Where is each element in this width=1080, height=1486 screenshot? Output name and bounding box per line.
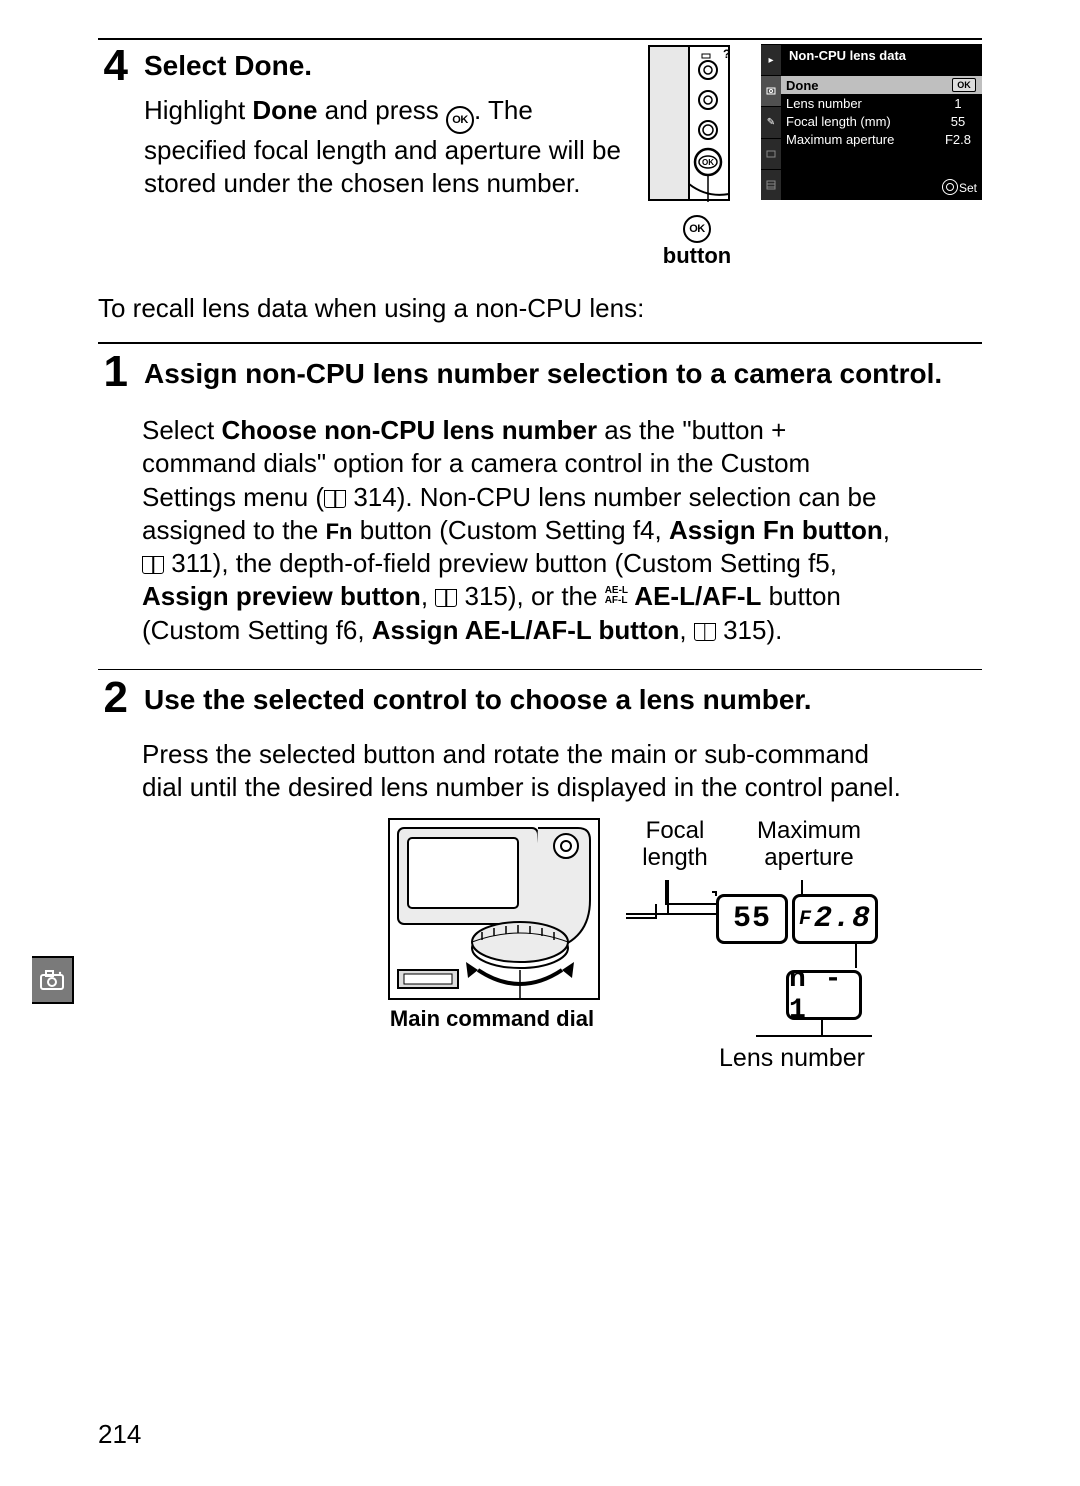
ok-cap-text: button [663, 243, 731, 268]
control-panel-figure: Focal length Maximum aperture [626, 818, 866, 1032]
lcd-row-label: Maximum aperture [786, 132, 940, 147]
ok-icon: OK [683, 215, 711, 243]
focal-length-label: Focal length [620, 818, 730, 871]
step-4-figures: OK ? OK button ▸ [647, 44, 982, 269]
dpad-icon [942, 179, 958, 195]
t: Assign preview button [142, 581, 421, 611]
t: 311), the depth-of-field preview button … [164, 548, 837, 578]
dial-caption: Main command dial [388, 1006, 596, 1032]
step-number: 2 [98, 676, 126, 720]
step-number: 1 [98, 350, 126, 394]
t: 315), or the [457, 581, 604, 611]
step-1-body: Select Choose non-CPU lens number as the… [142, 414, 902, 647]
s4-b-strong: Done [252, 95, 317, 125]
lcd-row: Focal length (mm) 55 [781, 112, 982, 130]
lcd-set-indicator: Set [942, 179, 977, 195]
page-number: 214 [98, 1419, 141, 1450]
maximum-aperture-label: Maximum aperture [744, 818, 874, 871]
fn-label: Fn [326, 519, 353, 544]
s4-b-mid1: and press [317, 95, 446, 125]
camera-lcd-menu: ▸ ✎ Non-CPU lens data Don [761, 44, 982, 200]
ok-icon: OK [446, 106, 474, 134]
manual-page: 4 Select Done. Highlight Done and press … [0, 0, 1080, 1486]
lcd-row: Maximum aperture F2.8 [781, 130, 982, 148]
svg-text:OK: OK [702, 158, 714, 167]
step4-title-strong: Done [234, 50, 304, 81]
lcd-set-text: Set [959, 181, 977, 195]
aperture-value: F2.8 [792, 894, 878, 944]
lcd-side-icon: ▸ [761, 44, 781, 75]
lcd-ok-badge: OK [952, 78, 976, 92]
step-2-title: Use the selected control to choose a len… [144, 682, 982, 717]
camera-back-svg: OK ? [647, 44, 731, 202]
page-ref-icon [324, 490, 346, 508]
recall-intro: To recall lens data when using a non-CPU… [98, 293, 982, 324]
lcd-row-value: F2.8 [940, 132, 976, 147]
main-command-dial-figure: Main command dial [388, 818, 596, 1032]
camera-back-figure: OK ? OK button [647, 44, 747, 269]
step-1: 1 Assign non-CPU lens number selection t… [98, 350, 982, 394]
dial-svg [390, 820, 598, 998]
page-ref-icon [694, 623, 716, 641]
page-ref-icon [142, 556, 164, 574]
s4-b-pre: Highlight [144, 95, 252, 125]
page-ref-icon [435, 589, 457, 607]
lcd-row: Lens number 1 [781, 94, 982, 112]
t: Choose non-CPU lens number [222, 415, 598, 445]
t: button (Custom Setting f4, [352, 515, 669, 545]
t: 2.8 [814, 902, 871, 936]
lcd-row-label: Focal length (mm) [786, 114, 940, 129]
t: , [679, 615, 693, 645]
step4-title-pre: Select [144, 50, 234, 81]
lcd-side-icon [761, 138, 781, 169]
t: , [421, 581, 435, 611]
step-1-title: Assign non-CPU lens number selection to … [144, 356, 982, 391]
step-2: 2 Use the selected control to choose a l… [98, 676, 982, 720]
lens-number-value: n - 1 [786, 970, 862, 1020]
lcd-row-label: Done [786, 78, 952, 93]
lcd-row-label: Lens number [786, 96, 940, 111]
t: 55 [733, 902, 771, 936]
lens-number-label: Lens number [712, 1044, 872, 1073]
focal-length-value: 55 [716, 894, 788, 944]
lcd-title: Non-CPU lens data [761, 44, 982, 66]
lcd-side-icon: ✎ [761, 106, 781, 137]
ael-afl-icon: AE-LAF-L [605, 586, 628, 606]
t: Assign Fn button [669, 515, 883, 545]
step-number: 4 [98, 44, 126, 88]
t: , [883, 515, 890, 545]
lcd-row: Done OK [781, 76, 982, 94]
ok-button-caption: OK button [647, 208, 747, 269]
lcd-side-icons: ▸ ✎ [761, 44, 781, 200]
shooting-menu-tab-icon [32, 956, 74, 1004]
step-4: 4 Select Done. Highlight Done and press … [98, 44, 982, 269]
t: 315). [716, 615, 783, 645]
t: Select [142, 415, 222, 445]
lcd-row-value: 1 [940, 96, 976, 111]
step-2-body: Press the selected button and rotate the… [142, 738, 902, 805]
t: AF-L [605, 596, 628, 606]
step4-title-post: . [304, 50, 312, 81]
t: AE-L/AF-L [628, 581, 761, 611]
lcd-side-icon [761, 75, 781, 106]
step-2-figures: Main command dial Focal length Maximum a… [388, 818, 982, 1032]
step-4-title: Select Done. [144, 50, 629, 82]
lcd-side-icon [761, 169, 781, 200]
lcd-row-value: 55 [940, 114, 976, 129]
step-4-body: Highlight Done and press OK. The specifi… [144, 94, 629, 201]
svg-text:?: ? [723, 47, 730, 61]
t: Assign AE-L/AF-L button [372, 615, 680, 645]
